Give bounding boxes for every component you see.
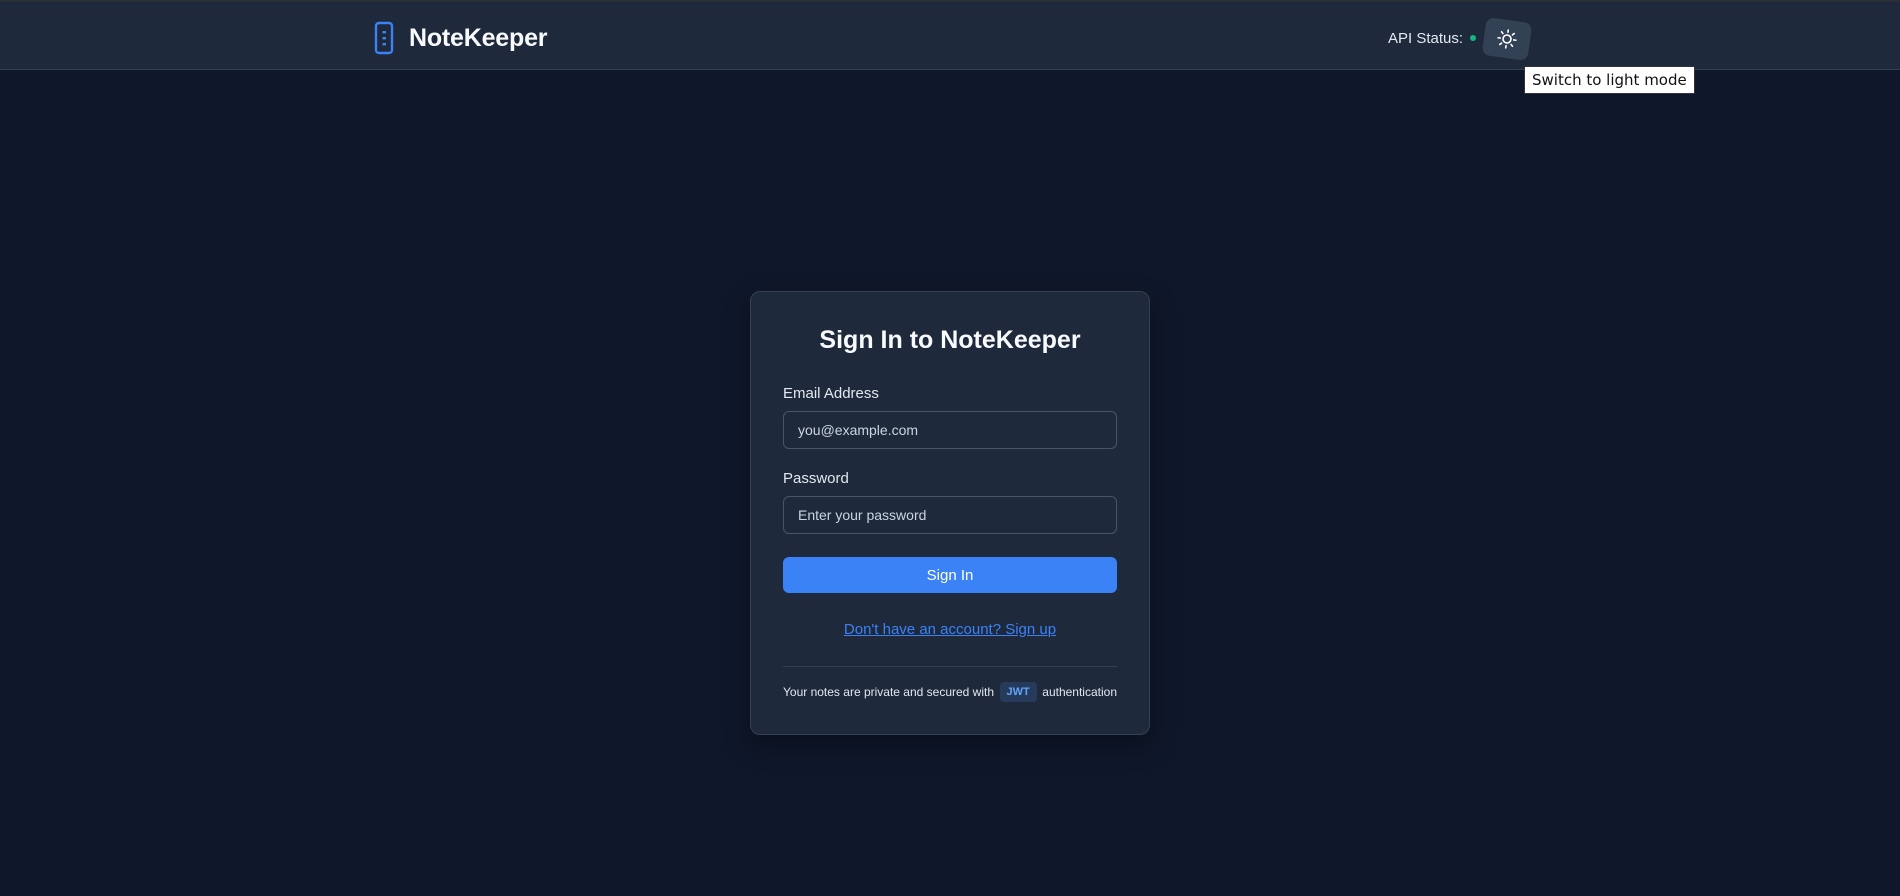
email-input[interactable] [783, 411, 1117, 449]
sun-icon [1497, 29, 1517, 49]
card-divider [783, 666, 1117, 667]
login-title: Sign In to NoteKeeper [819, 326, 1081, 354]
jwt-badge: JWT [999, 682, 1037, 702]
security-note-prefix: Your notes are private and secured with [783, 685, 995, 699]
sign-up-link[interactable]: Don't have an account? Sign up [751, 621, 1149, 638]
login-card: Sign In to NoteKeeper Email Address Pass… [750, 291, 1150, 735]
sign-in-button[interactable]: Sign In [783, 557, 1117, 593]
theme-toggle-button[interactable] [1481, 16, 1533, 62]
notebook-icon [374, 21, 394, 55]
security-note: Your notes are private and secured with … [783, 682, 1117, 702]
api-status-dot [1470, 35, 1477, 41]
password-input[interactable] [783, 496, 1117, 534]
brand-name: NoteKeeper [409, 23, 548, 52]
password-label: Password [783, 470, 849, 487]
theme-toggle-tooltip: Switch to light mode [1524, 66, 1695, 94]
api-status-label: API Status: [1388, 29, 1464, 47]
security-note-suffix: authentication [1042, 685, 1117, 699]
brand[interactable]: NoteKeeper [373, 20, 548, 56]
api-status: API Status: [1388, 26, 1477, 50]
email-label: Email Address [783, 385, 879, 402]
app-header: NoteKeeper API Status: [0, 2, 1900, 70]
